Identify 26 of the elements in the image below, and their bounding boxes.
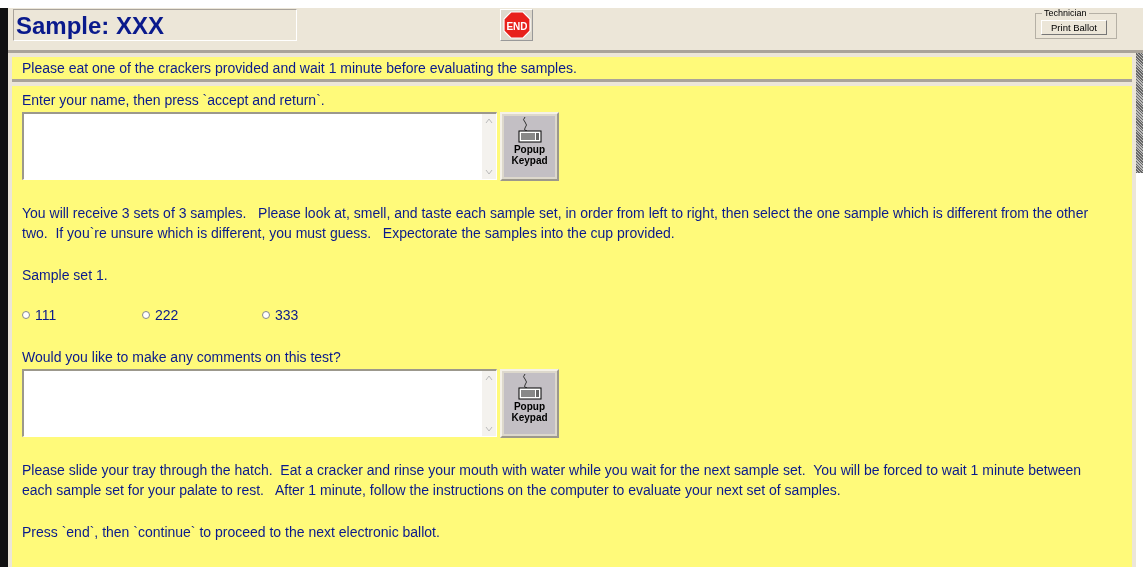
sample-title: Sample: XXX	[13, 9, 297, 41]
radio-option[interactable]: 333	[262, 305, 382, 325]
scrollbar[interactable]	[482, 371, 496, 436]
keypad-button[interactable]: Popup Keypad	[500, 112, 559, 181]
radio-button[interactable]	[22, 311, 30, 319]
end-button[interactable]: END	[500, 9, 533, 41]
text-area[interactable]	[22, 369, 497, 437]
tray-instructions: Please slide your tray through the hatch. Eat a cracker and rinse your mouth with water while you wait for the next sample set. You will be forced to wait 1 minute between each sample set for your palate to rest. After 1 minute, follow the instructions on the computer to evaluate your next set of samples.	[22, 461, 1083, 500]
scrollbar-thumb[interactable]	[1136, 53, 1143, 173]
group-label: Technician	[1042, 8, 1089, 18]
keyboard-icon	[516, 116, 543, 144]
radio-option[interactable]: 111	[22, 305, 142, 325]
text-area[interactable]	[22, 112, 497, 180]
final-instruction: Press `end`, then `continue` to proceed to the next electronic ballot.	[22, 523, 441, 542]
radio-option[interactable]: 222	[142, 305, 262, 325]
print-ballot-button[interactable]: Print Ballot	[1041, 20, 1107, 35]
sample-set-label: Sample set 1.	[22, 266, 109, 285]
keypad-button[interactable]: Popup Keypad	[500, 369, 559, 438]
keyboard-icon	[516, 373, 543, 401]
radio-button[interactable]	[142, 311, 150, 319]
name-prompt: Enter your name, then press `accept and return`.	[22, 91, 326, 110]
radio-button[interactable]	[262, 311, 270, 319]
scrollbar[interactable]	[482, 114, 496, 179]
instructions: You will receive 3 sets of 3 samples. Please look at, smell, and taste each sample set, in order from left to right, then select the one sample which is different from the other two. If you`re unsure which is different, you must guess. Expectorate the samples into the cup provided.	[22, 204, 1090, 243]
notice-bar: Please eat one of the crackers provided and wait 1 minute before evaluating the samples.	[12, 57, 1132, 82]
comment-prompt: Would you like to make any comments on this test?	[22, 348, 342, 367]
